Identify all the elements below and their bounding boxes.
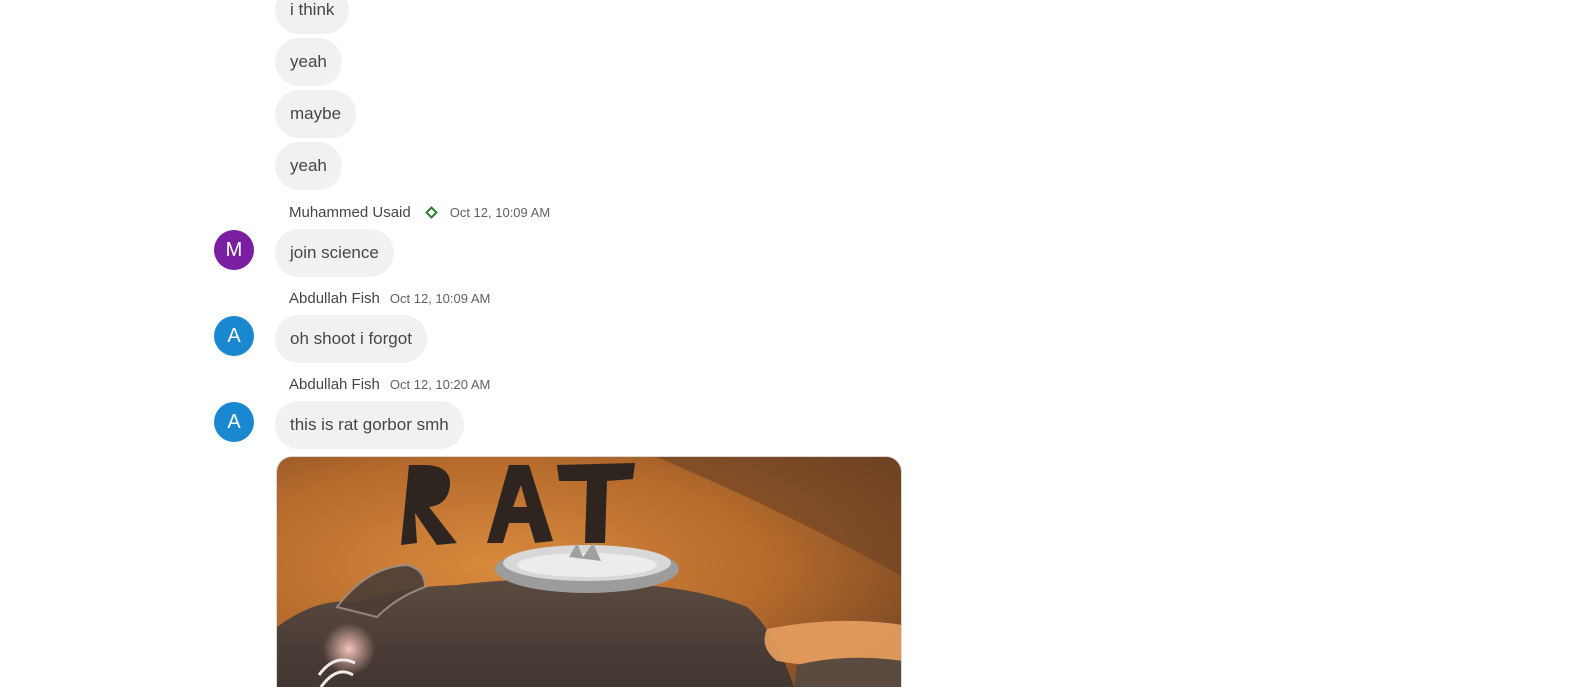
message-timestamp: Oct 12, 10:09 AM [389,290,491,306]
message-bubble[interactable]: i think [275,0,350,34]
message-header: Muhammed Usaid Oct 12, 10:09 AM [289,201,550,223]
image-attachment[interactable] [276,456,902,687]
message-bubble[interactable]: maybe [275,90,357,138]
rat-drawing-image [277,457,901,687]
sender-name[interactable]: Abdullah Fish [289,376,380,393]
avatar[interactable]: A [214,402,254,442]
message-timestamp: Oct 12, 10:09 AM [449,204,551,220]
message-header: Abdullah Fish Oct 12, 10:09 AM [289,287,490,309]
avatar[interactable]: A [214,316,254,356]
diamond-badge-icon [424,205,438,219]
message-bubble[interactable]: yeah [275,142,342,190]
message-header: Abdullah Fish Oct 12, 10:20 AM [289,373,490,395]
message-timestamp: Oct 12, 10:20 AM [389,376,491,392]
message-bubble[interactable]: this is rat gorbor smh [275,401,464,449]
sender-name[interactable]: Muhammed Usaid [289,204,411,221]
sender-name[interactable]: Abdullah Fish [289,290,380,307]
message-bubble[interactable]: yeah [275,38,342,86]
chat-message-list: i think yeah maybe yeah Muhammed Usaid O… [0,0,1573,687]
avatar[interactable]: M [214,230,254,270]
message-bubble[interactable]: join science [275,229,394,277]
message-bubble[interactable]: oh shoot i forgot [275,315,427,363]
